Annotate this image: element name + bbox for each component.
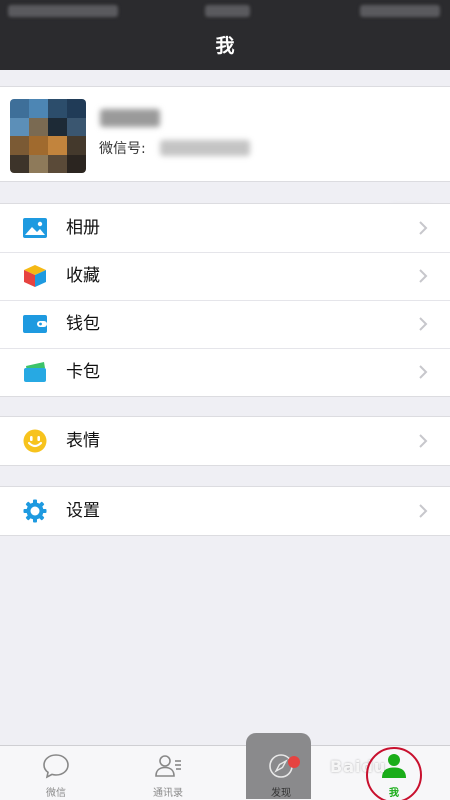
menu-label: 表情 <box>66 431 100 451</box>
menu-label: 收藏 <box>66 266 100 286</box>
tab-chats[interactable]: 微信 <box>0 746 112 800</box>
favorites-cube-icon <box>24 265 46 287</box>
chevron-right-icon <box>419 434 428 448</box>
chevron-right-icon <box>419 221 428 235</box>
menu-label: 卡包 <box>66 362 100 382</box>
tab-discover[interactable]: 发现 <box>225 746 337 800</box>
tab-label: 通讯录 <box>153 788 183 799</box>
nav-bar: 我 <box>0 22 450 70</box>
tab-label: 微信 <box>46 788 66 799</box>
menu-item-favorites[interactable]: 收藏 <box>0 252 450 300</box>
chat-bubble-icon <box>43 754 69 779</box>
wallet-icon <box>23 315 47 333</box>
chevron-right-icon <box>419 365 428 379</box>
chevron-right-icon <box>419 269 428 283</box>
menu-item-album[interactable]: 相册 <box>0 204 450 252</box>
wechat-id-label: 微信号: <box>99 141 146 157</box>
photo-icon <box>23 218 47 238</box>
contacts-icon <box>155 755 181 777</box>
chevron-right-icon <box>419 317 428 331</box>
gear-icon <box>23 499 47 523</box>
highlight-circle <box>366 747 422 800</box>
nickname-blurred <box>100 109 160 127</box>
notification-dot <box>288 756 300 768</box>
tab-label: 发现 <box>271 788 291 799</box>
menu-item-stickers[interactable]: 表情 <box>0 417 450 465</box>
menu-label: 钱包 <box>66 314 100 334</box>
menu-group-3: 设置 <box>0 486 450 536</box>
menu-group-2: 表情 <box>0 416 450 466</box>
status-bar <box>0 0 450 22</box>
menu-item-settings[interactable]: 设置 <box>0 487 450 535</box>
smiley-icon <box>23 429 47 453</box>
menu-label: 相册 <box>66 218 100 238</box>
menu-item-wallet[interactable]: 钱包 <box>0 300 450 348</box>
page-title: 我 <box>215 35 235 57</box>
menu-item-card-pack[interactable]: 卡包 <box>0 348 450 396</box>
tab-contacts[interactable]: 通讯录 <box>112 746 224 800</box>
menu-group-1: 相册 收藏 钱包 卡包 <box>0 203 450 397</box>
chevron-right-icon <box>419 504 428 518</box>
wechat-id-blurred <box>160 140 250 156</box>
menu-label: 设置 <box>66 501 100 521</box>
profile-card[interactable] <box>0 86 450 227</box>
avatar[interactable] <box>10 99 86 173</box>
card-pack-icon <box>24 362 46 382</box>
